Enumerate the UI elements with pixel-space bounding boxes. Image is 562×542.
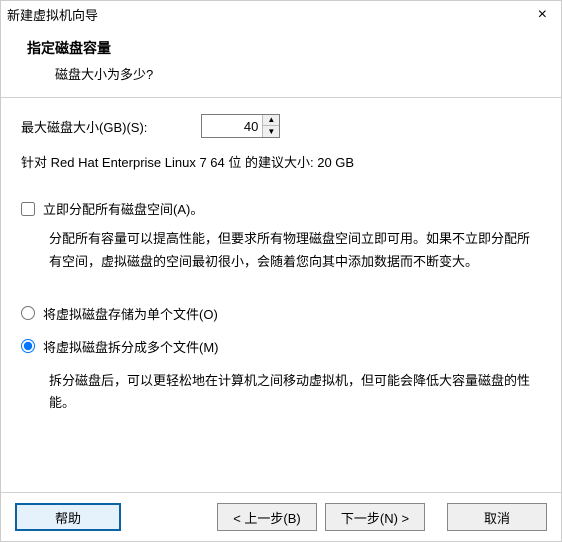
spinner-up-icon[interactable]: ▲: [263, 115, 279, 126]
back-button[interactable]: < 上一步(B): [217, 503, 317, 531]
cancel-button[interactable]: 取消: [447, 503, 547, 531]
next-button[interactable]: 下一步(N) >: [325, 503, 425, 531]
store-split-radio[interactable]: [21, 339, 35, 353]
separator: [1, 97, 561, 98]
store-single-radio[interactable]: [21, 306, 35, 320]
store-split-description: 拆分磁盘后，可以更轻松地在计算机之间移动虚拟机，但可能会降低大容量磁盘的性能。: [21, 370, 541, 416]
window-title: 新建虚拟机向导: [7, 5, 98, 24]
store-single-label: 将虚拟磁盘存储为单个文件(O): [43, 304, 218, 323]
disk-size-label: 最大磁盘大小(GB)(S):: [21, 117, 147, 136]
allocate-description: 分配所有容量可以提高性能，但要求所有物理磁盘空间立即可用。如果不立即分配所有空间…: [21, 228, 541, 274]
page-subtitle: 磁盘大小为多少?: [27, 64, 535, 83]
store-split-label: 将虚拟磁盘拆分成多个文件(M): [43, 337, 219, 356]
help-button[interactable]: 帮助: [15, 503, 121, 531]
spinner-down-icon[interactable]: ▼: [263, 126, 279, 137]
allocate-now-label: 立即分配所有磁盘空间(A)。: [43, 199, 203, 218]
recommended-size-text: 针对 Red Hat Enterprise Linux 7 64 位 的建议大小…: [21, 152, 541, 171]
footer-bar: 帮助 < 上一步(B) 下一步(N) > 取消: [1, 492, 561, 541]
disk-size-spinner[interactable]: ▲ ▼: [201, 114, 280, 138]
close-icon[interactable]: ×: [532, 6, 553, 24]
disk-size-input[interactable]: [202, 115, 262, 137]
page-title: 指定磁盘容量: [27, 38, 535, 58]
allocate-now-checkbox[interactable]: [21, 202, 35, 216]
